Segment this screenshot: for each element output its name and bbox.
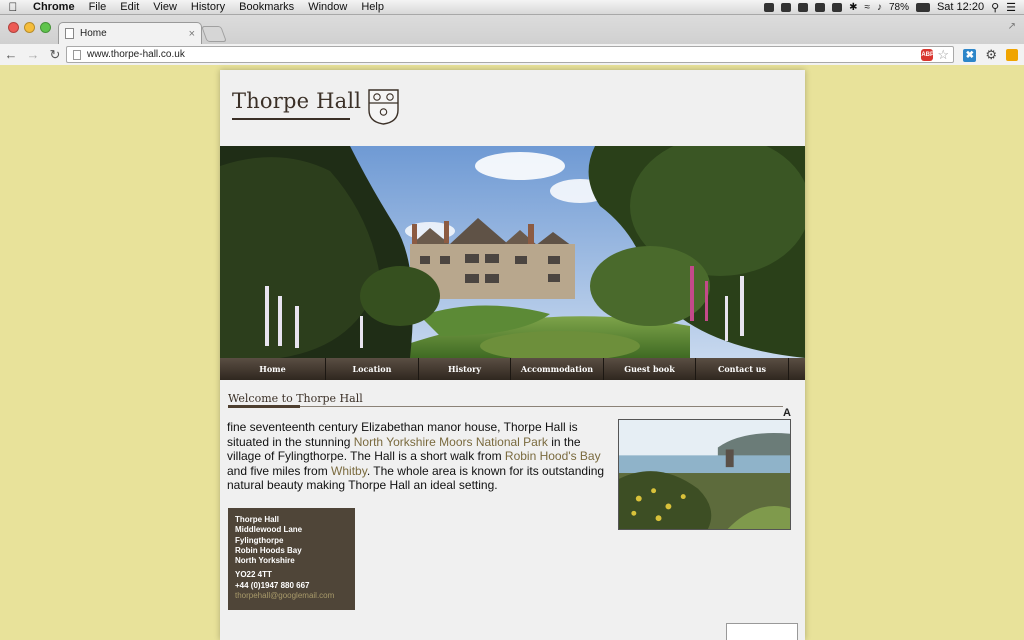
corner-badge[interactable] — [726, 623, 798, 640]
new-tab-button[interactable] — [201, 26, 227, 42]
page-icon — [73, 49, 81, 60]
address-line: Middlewood Lane — [235, 525, 303, 535]
toolbar-extensions: ✖ ⚙ — [963, 47, 1018, 63]
battery-percent[interactable]: 78% — [889, 2, 909, 13]
address-line: North Yorkshire — [235, 556, 295, 566]
menu-app-chrome[interactable]: Chrome — [26, 1, 82, 13]
hero-photo — [220, 146, 805, 358]
address-box: Thorpe Hall Middlewood Lane Fylingthorpe… — [228, 508, 355, 610]
clock[interactable]: Sat 12:20 — [937, 1, 984, 13]
airplay-icon[interactable] — [832, 2, 843, 12]
link-whitby[interactable]: Whitby — [331, 464, 367, 478]
spotlight-icon[interactable]: ⚲ — [991, 1, 999, 14]
tab-title: Home — [80, 28, 107, 39]
gear-icon[interactable]: ⚙ — [985, 47, 997, 63]
nav-contact-us[interactable]: Contact us — [696, 358, 789, 380]
maximize-window-button[interactable] — [40, 22, 51, 33]
coast-photo — [618, 419, 791, 530]
back-arrow-icon[interactable]: ← — [0, 47, 22, 62]
nav-home[interactable]: Home — [220, 358, 326, 380]
heading-divider — [228, 406, 783, 407]
site-navbar: Home Location History Accommodation Gues… — [220, 358, 805, 380]
menu-bookmarks[interactable]: Bookmarks — [232, 1, 301, 13]
menu-view[interactable]: View — [146, 1, 184, 13]
nav-location[interactable]: Location — [326, 358, 419, 380]
close-window-button[interactable] — [8, 22, 19, 33]
evernote-icon[interactable] — [798, 2, 809, 12]
email-link[interactable]: thorpehall@googlemail.com — [235, 591, 348, 601]
adblock-icon[interactable]: ABP — [921, 48, 934, 61]
page-icon — [65, 28, 74, 39]
reload-icon[interactable]: ↻ — [44, 47, 66, 63]
menu-edit[interactable]: Edit — [113, 1, 146, 13]
apple-icon[interactable]:  — [0, 0, 26, 14]
page-viewport: Thorpe Hall Home Location History Accomm… — [0, 66, 1024, 640]
browser-toolbar: ← → ↻ www.thorpe-hall.co.uk ABP ☆ ✖ ⚙ — [0, 44, 1024, 65]
address-line: Thorpe Hall — [235, 515, 280, 524]
link-robin-hoods-bay[interactable]: Robin Hood's Bay — [505, 449, 601, 463]
site-logo[interactable]: Thorpe Hall — [232, 89, 361, 113]
bluetooth-icon[interactable]: ✱ — [849, 2, 857, 13]
bookmark-star-icon[interactable]: ☆ — [937, 47, 949, 63]
window-controls — [8, 22, 51, 33]
volume-icon[interactable]: ♪ — [877, 2, 882, 13]
notification-center-icon[interactable]: ☰ — [1006, 1, 1016, 14]
site-container: Thorpe Hall Home Location History Accomm… — [220, 70, 805, 640]
heading-divider-accent — [228, 405, 300, 408]
nav-accommodation[interactable]: Accommodation — [511, 358, 604, 380]
browser-chrome: Home × ↗ ← → ↻ www.thorpe-hall.co.uk ABP… — [0, 15, 1024, 65]
display-icon[interactable] — [815, 2, 826, 12]
menu-window[interactable]: Window — [301, 1, 354, 13]
close-tab-icon[interactable]: × — [189, 28, 195, 40]
minimize-window-button[interactable] — [24, 22, 35, 33]
logo-underline — [232, 118, 350, 120]
intro-text: and five miles from — [227, 463, 332, 478]
page-title: Welcome to Thorpe Hall — [228, 392, 363, 405]
address-bar[interactable]: www.thorpe-hall.co.uk ABP ☆ — [66, 46, 954, 63]
address-line: Robin Hoods Bay — [235, 545, 302, 555]
text-marker: A — [783, 407, 791, 419]
address-postcode: YO22 4TT — [235, 570, 272, 580]
wifi-icon[interactable]: ≈ — [864, 2, 870, 13]
url-text[interactable]: www.thorpe-hall.co.uk — [87, 49, 185, 60]
menu-history[interactable]: History — [184, 1, 232, 13]
extension-icon[interactable]: ✖ — [963, 48, 977, 62]
fullscreen-icon[interactable]: ↗ — [1008, 21, 1016, 32]
address-phone: +44 (0)1947 880 667 — [235, 580, 310, 590]
nav-history[interactable]: History — [419, 358, 511, 380]
browser-tab[interactable]: Home × — [58, 22, 202, 44]
address-line: Fylingthorpe — [235, 535, 284, 545]
nav-guest-book[interactable]: Guest book — [604, 358, 696, 380]
link-national-park[interactable]: North Yorkshire Moors National Park — [354, 435, 548, 449]
forward-arrow-icon[interactable]: → — [22, 47, 44, 62]
pause-icon[interactable] — [764, 2, 775, 12]
menu-icon[interactable] — [1006, 49, 1018, 61]
crest-icon — [368, 89, 399, 125]
menubar-status-area: ✱ ≈ ♪ 78% Sat 12:20 ⚲ ☰ — [764, 1, 1024, 14]
intro-paragraph: fine seventeenth century Elizabethan man… — [227, 420, 612, 493]
mac-menubar:  Chrome File Edit View History Bookmark… — [0, 0, 1024, 15]
dropbox-icon[interactable] — [781, 2, 792, 12]
menu-file[interactable]: File — [82, 1, 114, 13]
menu-help[interactable]: Help — [354, 1, 391, 13]
battery-icon[interactable] — [915, 2, 930, 12]
